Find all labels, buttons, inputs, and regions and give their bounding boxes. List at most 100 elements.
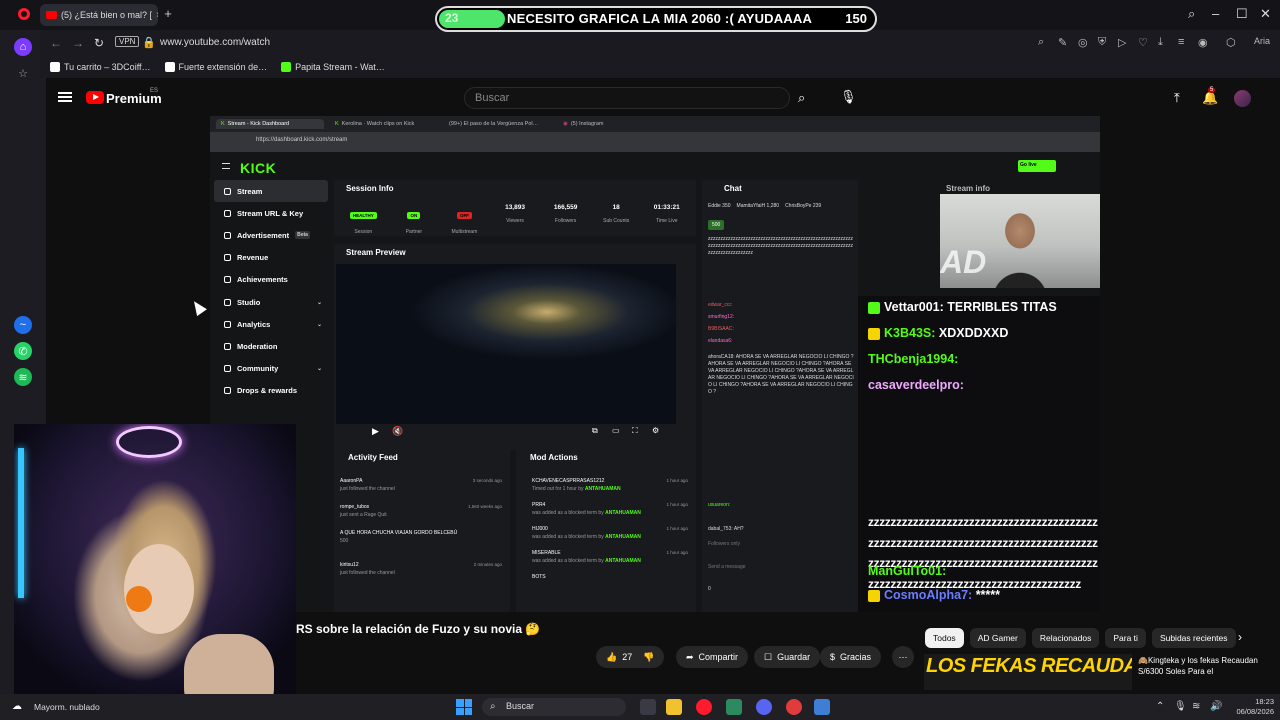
vpn-badge[interactable]: VPN xyxy=(115,36,140,47)
hamburger-menu-icon[interactable] xyxy=(58,92,72,102)
bookmark-item[interactable]: Papita Stream - Wat… xyxy=(281,62,385,72)
search-icon[interactable]: ⌕ xyxy=(798,90,805,106)
gift-banner: 500 xyxy=(708,220,725,230)
like-button[interactable]: 👍 27 👎 xyxy=(596,646,665,668)
chip[interactable]: AD Gamer xyxy=(969,628,1026,648)
mod-action-user: PRR4 xyxy=(532,502,546,508)
close-tab-icon[interactable]: × xyxy=(156,10,158,21)
go-live-button: Go live xyxy=(1018,160,1056,172)
chevron-down-icon: ⌄ xyxy=(316,366,322,373)
chips-next-icon[interactable]: › xyxy=(1238,630,1242,644)
mod-action-time: 1 hour ago xyxy=(666,478,688,483)
thanks-button[interactable]: $ Gracias xyxy=(820,646,882,668)
mod-actions-panel: Mod Actions KCHAVENECASPRRASAS1212 Timed … xyxy=(516,450,696,612)
session-stats: HEALTHY Session ON Partner OFF Multistream 13,… xyxy=(338,204,692,235)
video-title: RS sobre la relación de Fuzo y su novia … xyxy=(296,622,541,636)
recommended-thumbnail[interactable]: LOS FEKAS RECAUDAN xyxy=(924,654,1132,690)
chip[interactable]: Relacionados xyxy=(1031,628,1100,648)
facecam xyxy=(14,424,296,710)
minimize-button[interactable]: – xyxy=(1212,6,1219,21)
mic-icon[interactable]: 🎙 xyxy=(1174,701,1187,712)
video-player[interactable]: K Stream - Kick Dashboard K Kerolina · Wat… xyxy=(210,116,1100,612)
chip[interactable]: Todos xyxy=(925,628,964,648)
shield-icon[interactable]: ⛨ xyxy=(1098,36,1106,49)
chat-top-user: ChrisBoyPe 239 xyxy=(785,203,822,209)
new-tab-button[interactable]: + xyxy=(161,7,175,21)
stream-preview-image xyxy=(336,264,676,424)
bookmark-item[interactable]: Tu carrito – 3DCoiff… xyxy=(50,62,151,72)
zoom-icon[interactable]: ⌕ xyxy=(1038,36,1044,49)
windows-start-icon[interactable] xyxy=(456,699,472,715)
activity-time: 2 minutes ago xyxy=(473,562,502,567)
youtube-logo-icon[interactable] xyxy=(86,91,104,104)
microphone-icon[interactable]: 🎙 xyxy=(840,89,857,105)
wifi-icon[interactable]: ≋ xyxy=(1192,701,1200,712)
bookmark-item[interactable]: Fuerte extensión de… xyxy=(164,62,267,72)
taskbar-search[interactable]: Buscar xyxy=(482,698,626,716)
ai-icon[interactable]: Aria xyxy=(1254,36,1270,46)
chat-message: ahoraCA18: AHORA SE VA ARREGLAR NEGOCIO … xyxy=(708,354,854,395)
menu-icon[interactable]: ≡ xyxy=(1178,36,1184,48)
chat-user: usuareon: xyxy=(708,502,731,508)
file-explorer-icon[interactable] xyxy=(666,699,682,715)
heart-icon[interactable]: ♡ xyxy=(1138,36,1148,49)
share-button[interactable]: ➦ Compartir xyxy=(676,646,749,668)
youtube-search-input[interactable]: Buscar xyxy=(464,87,790,109)
discord-icon[interactable] xyxy=(756,699,772,715)
whatsapp-icon[interactable]: ✆ xyxy=(14,342,32,360)
messenger-icon[interactable]: ~ xyxy=(14,316,32,334)
chip[interactable]: Subidas recientes xyxy=(1151,628,1236,648)
pinboard-icon[interactable]: ☆ xyxy=(14,64,32,82)
app-icon[interactable] xyxy=(786,699,802,715)
dislike-icon[interactable]: 👎 xyxy=(643,652,654,663)
browser-tab-youtube[interactable]: (5) ¿Está bien o mal? [ × xyxy=(40,4,158,26)
recommended-title[interactable]: 🙈Kingteka y los fekas Recaudan S/6300 So… xyxy=(1138,655,1264,677)
edit-icon[interactable]: ✎ xyxy=(1058,36,1067,49)
search-tabs-icon[interactable]: ⌕ xyxy=(1188,6,1195,22)
forward-icon[interactable]: → xyxy=(72,36,84,50)
play-icon[interactable]: ▷ xyxy=(1118,36,1126,49)
more-actions-button[interactable]: ⋯ xyxy=(892,646,914,668)
profile-icon[interactable]: ◉ xyxy=(1198,36,1208,49)
chevron-up-icon[interactable]: ⌃ xyxy=(1156,701,1164,712)
camera-icon[interactable]: ◎ xyxy=(1078,36,1088,49)
close-window-button[interactable]: ✕ xyxy=(1260,6,1271,22)
chat-badge-icon xyxy=(868,327,880,340)
inner-browser-tabs: K Stream - Kick Dashboard K Kerolina · Wat… xyxy=(210,116,1100,132)
related-chips: Todos AD Gamer Relacionados Para ti Subidas … xyxy=(925,628,1236,648)
nav-item-icon xyxy=(224,231,231,239)
stat-value: 01:33:21 xyxy=(653,204,680,211)
volume-icon[interactable]: 🔊 xyxy=(1210,701,1222,712)
activity-text: just followed the channel xyxy=(340,486,395,492)
task-view-icon[interactable] xyxy=(640,699,656,715)
upload-icon[interactable]: ⤒ xyxy=(1174,90,1180,106)
home-icon[interactable]: ⌂ xyxy=(14,38,32,56)
opera-logo-icon[interactable] xyxy=(18,8,30,20)
play-icon: ▶ xyxy=(372,426,379,436)
spotify-icon[interactable]: ≋ xyxy=(14,368,32,386)
followers-only-label: Followers only xyxy=(708,541,740,547)
gear-icon: ⚙ xyxy=(652,426,660,435)
save-button[interactable]: ☐ Guardar xyxy=(754,646,821,668)
clock[interactable]: 18:23 06/08/2026 xyxy=(1226,697,1274,717)
goal-message: NECESITO GRAFICA LA MIA 2060 :( AYUDAAAA xyxy=(507,11,813,26)
back-icon[interactable]: ← xyxy=(50,36,62,50)
weather-text[interactable]: Mayorm. nublado xyxy=(34,702,100,712)
maximize-button[interactable]: ☐ xyxy=(1236,6,1248,22)
screen: (5) ¿Está bien o mal? [ × + ⌕ – ☐ ✕ ⌂ ☆ … xyxy=(0,0,1280,720)
app-icon[interactable] xyxy=(726,699,742,715)
avatar[interactable] xyxy=(1234,90,1251,107)
kick-nav-label: Drops & rewards xyxy=(237,386,298,396)
url-field[interactable]: www.youtube.com/watch xyxy=(160,37,270,48)
opera-taskbar-icon[interactable] xyxy=(696,699,712,715)
extensions-icon[interactable]: ⬡ xyxy=(1226,36,1236,49)
stat-label: Session xyxy=(354,229,373,235)
download-icon[interactable]: ⤓ xyxy=(1158,36,1163,49)
app-icon[interactable] xyxy=(814,699,830,715)
chip[interactable]: Para ti xyxy=(1105,628,1146,648)
reload-icon[interactable]: ↻ xyxy=(94,36,104,50)
youtube-favicon-icon xyxy=(46,11,57,19)
mod-action-by: ANTAHUAMAN xyxy=(605,534,641,540)
chat-input: Send a message xyxy=(708,564,746,570)
chat-overlay-message: ***** xyxy=(975,588,1001,602)
